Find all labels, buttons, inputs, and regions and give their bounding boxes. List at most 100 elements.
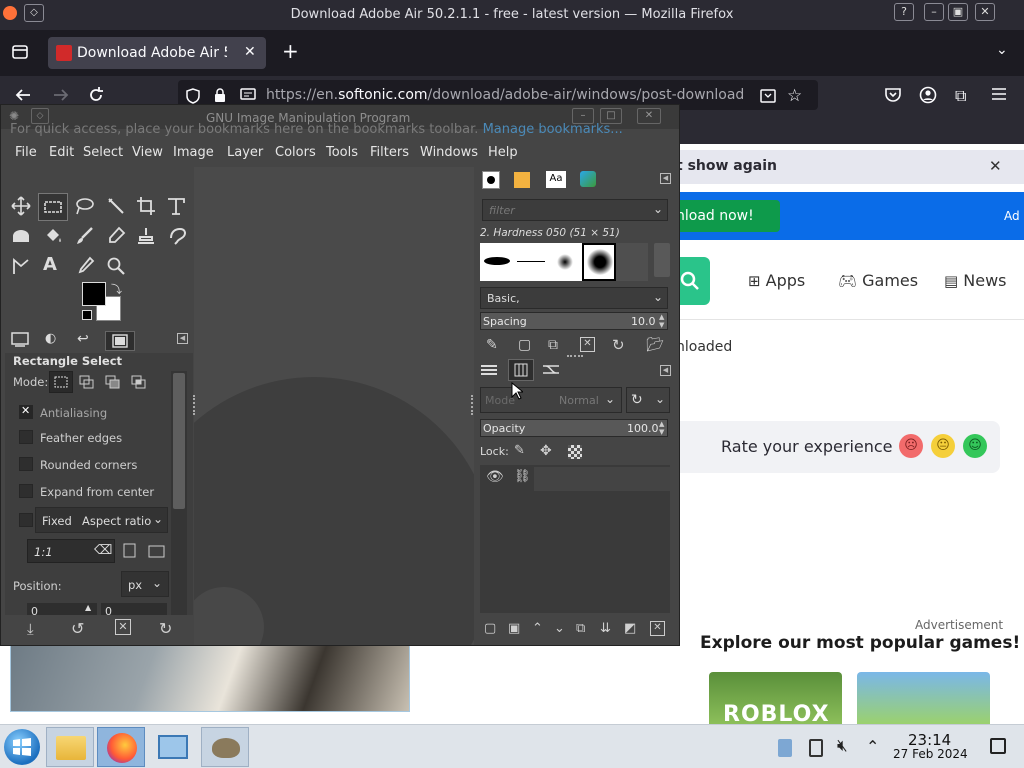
left-dock-grip[interactable] <box>193 395 197 415</box>
portrait-icon[interactable] <box>123 543 137 559</box>
clone-tool-icon[interactable] <box>136 226 158 248</box>
menu-edit[interactable]: Edit <box>49 145 74 160</box>
bookmark-star-icon[interactable]: ☆ <box>787 86 802 106</box>
menu-icon[interactable] <box>991 86 1007 102</box>
brush-filter-dropdown[interactable]: filter ⌄ <box>482 199 668 221</box>
paths-tool-icon[interactable] <box>11 256 33 278</box>
tab-undo-history-icon[interactable]: ↩ <box>77 331 101 351</box>
color-picker-tool-icon[interactable] <box>75 256 97 278</box>
delete-options-icon[interactable]: ✕ <box>115 619 131 635</box>
position-x-up-icon[interactable]: ▲ <box>85 603 91 612</box>
delete-brush-icon[interactable]: ✕ <box>580 337 595 352</box>
reload-icon[interactable] <box>87 86 105 104</box>
tab-images-icon[interactable] <box>105 331 135 351</box>
mode-replace-button[interactable] <box>49 371 73 393</box>
swap-colors-icon[interactable]: ⤵ <box>111 281 122 297</box>
gimp-close-button[interactable]: ✕ <box>637 108 661 124</box>
nav-news[interactable]: ▤ News <box>944 271 1007 290</box>
reset-options-icon[interactable]: ↻ <box>159 619 172 638</box>
tool-options-config-icon[interactable]: ◀ <box>177 333 188 344</box>
menu-tools[interactable]: Tools <box>326 145 358 160</box>
reader-view-icon[interactable] <box>760 88 776 104</box>
mode-subtract-button[interactable] <box>105 375 121 389</box>
download-now-button[interactable]: nload now! <box>676 200 780 232</box>
lock-icon[interactable] <box>214 88 226 103</box>
brushes-config-icon[interactable]: ◀ <box>660 173 671 184</box>
pocket-icon[interactable] <box>884 86 902 104</box>
neutral-face-icon[interactable]: 😐︎ <box>931 434 955 458</box>
tray-clipboard-icon[interactable] <box>778 739 792 757</box>
layer-mode-reset-dropdown[interactable]: ↻ ⌄ <box>626 387 670 413</box>
fixed-checkbox[interactable] <box>19 513 33 527</box>
bucket-fill-tool-icon[interactable] <box>43 226 65 248</box>
delete-layer-icon[interactable]: ✕ <box>650 621 665 636</box>
clear-field-icon[interactable]: ⌫ <box>94 543 112 558</box>
image-canvas[interactable] <box>194 167 474 645</box>
lock-position-icon[interactable]: ✥ <box>540 443 552 459</box>
brush-swatch-3[interactable] <box>548 243 582 281</box>
new-tab-button[interactable]: + <box>282 41 299 61</box>
menu-layer[interactable]: Layer <box>227 145 263 160</box>
save-options-icon[interactable]: ⤓ <box>27 620 34 638</box>
brush-preset-dropdown[interactable]: Basic, ⌄ <box>480 287 668 309</box>
happy-face-icon[interactable]: ☺ <box>963 434 987 458</box>
landscape-icon[interactable] <box>148 545 166 559</box>
fixed-dropdown[interactable]: Fixed Aspect ratio ⌄ <box>35 507 168 533</box>
paintbrush-tool-icon[interactable] <box>75 226 97 248</box>
tray-storage-icon[interactable] <box>809 739 823 757</box>
brush-grid[interactable] <box>480 243 670 281</box>
search-button[interactable] <box>676 257 710 305</box>
rect-select-tool-icon[interactable] <box>38 193 68 221</box>
new-layer-group-icon[interactable]: ▣ <box>508 621 520 636</box>
visibility-eye-icon[interactable]: 👁︎ <box>486 469 504 485</box>
new-brush-icon[interactable]: ▢ <box>518 337 531 353</box>
maximize-button[interactable]: ▣ <box>948 3 968 21</box>
brush-grid-scrollbar[interactable] <box>654 243 670 277</box>
account-icon[interactable] <box>919 86 937 104</box>
opacity-spin-icon[interactable]: ▲ ▼ <box>659 420 664 436</box>
game-thumb-minecraft[interactable] <box>857 672 990 724</box>
mode-add-button[interactable] <box>79 375 95 389</box>
list-tabs-chevron-icon[interactable]: ⌄ <box>996 42 1008 58</box>
brush-swatch-4-selected[interactable] <box>582 243 616 281</box>
taskbar-firefox[interactable] <box>97 727 145 767</box>
tab-brushes-icon[interactable] <box>482 171 500 189</box>
ratio-field[interactable]: 1:1 ⌫ <box>27 539 115 563</box>
taskbar-file-manager[interactable] <box>46 727 94 767</box>
tab-device-status-icon[interactable]: ◐ <box>45 331 69 351</box>
tab-fonts-icon[interactable]: Aa <box>546 171 566 188</box>
antialiasing-checkbox[interactable]: ✕ <box>19 404 33 419</box>
spacing-slider[interactable]: Spacing 10.0 ▲ ▼ <box>480 312 668 330</box>
tab-layers-icon[interactable] <box>480 362 498 378</box>
nav-apps[interactable]: ⊞ Apps <box>748 271 805 290</box>
foreground-color-swatch[interactable] <box>82 282 106 306</box>
brush-swatch-2[interactable] <box>514 243 548 281</box>
shield-icon[interactable] <box>186 88 200 104</box>
tab-gradients-icon[interactable] <box>580 171 596 187</box>
duplicate-brush-icon[interactable]: ⧉ <box>548 337 558 353</box>
lasso-tool-icon[interactable] <box>75 196 97 218</box>
smudge-tool-icon[interactable] <box>168 226 190 248</box>
eraser-tool-icon[interactable] <box>106 226 128 248</box>
chain-link-icon[interactable]: ⛓︎ <box>514 469 531 484</box>
tray-volume-muted-icon[interactable]: 🔇︎ <box>837 736 848 756</box>
scrollbar-thumb[interactable] <box>173 373 185 509</box>
manage-bookmarks-link[interactable]: Manage bookmarks... <box>483 122 623 137</box>
lock-pixels-icon[interactable]: ✎ <box>514 443 525 458</box>
nav-games[interactable]: 🎮︎ Games <box>838 271 918 290</box>
raise-layer-icon[interactable]: ⌃ <box>532 621 543 636</box>
menu-file[interactable]: File <box>15 145 37 160</box>
menu-windows[interactable]: Windows <box>420 145 478 160</box>
reset-colors-icon[interactable] <box>82 310 92 320</box>
tab-channels-icon[interactable] <box>508 359 534 381</box>
tab-active[interactable]: Download Adobe Air 50.2 ✕ <box>48 37 266 69</box>
refresh-brushes-icon[interactable]: ↻ <box>612 336 625 354</box>
layer-mode-dropdown[interactable]: Mode Normal ⌄ <box>480 387 622 413</box>
permissions-icon[interactable] <box>240 88 256 102</box>
zoom-tool-icon[interactable] <box>106 256 128 278</box>
taskbar-control-panel[interactable] <box>149 727 197 767</box>
lower-layer-icon[interactable]: ⌄ <box>554 621 565 636</box>
warp-transform-tool-icon[interactable] <box>11 226 33 248</box>
tab-patterns-icon[interactable] <box>514 172 530 188</box>
help-button[interactable]: ? <box>894 3 914 21</box>
